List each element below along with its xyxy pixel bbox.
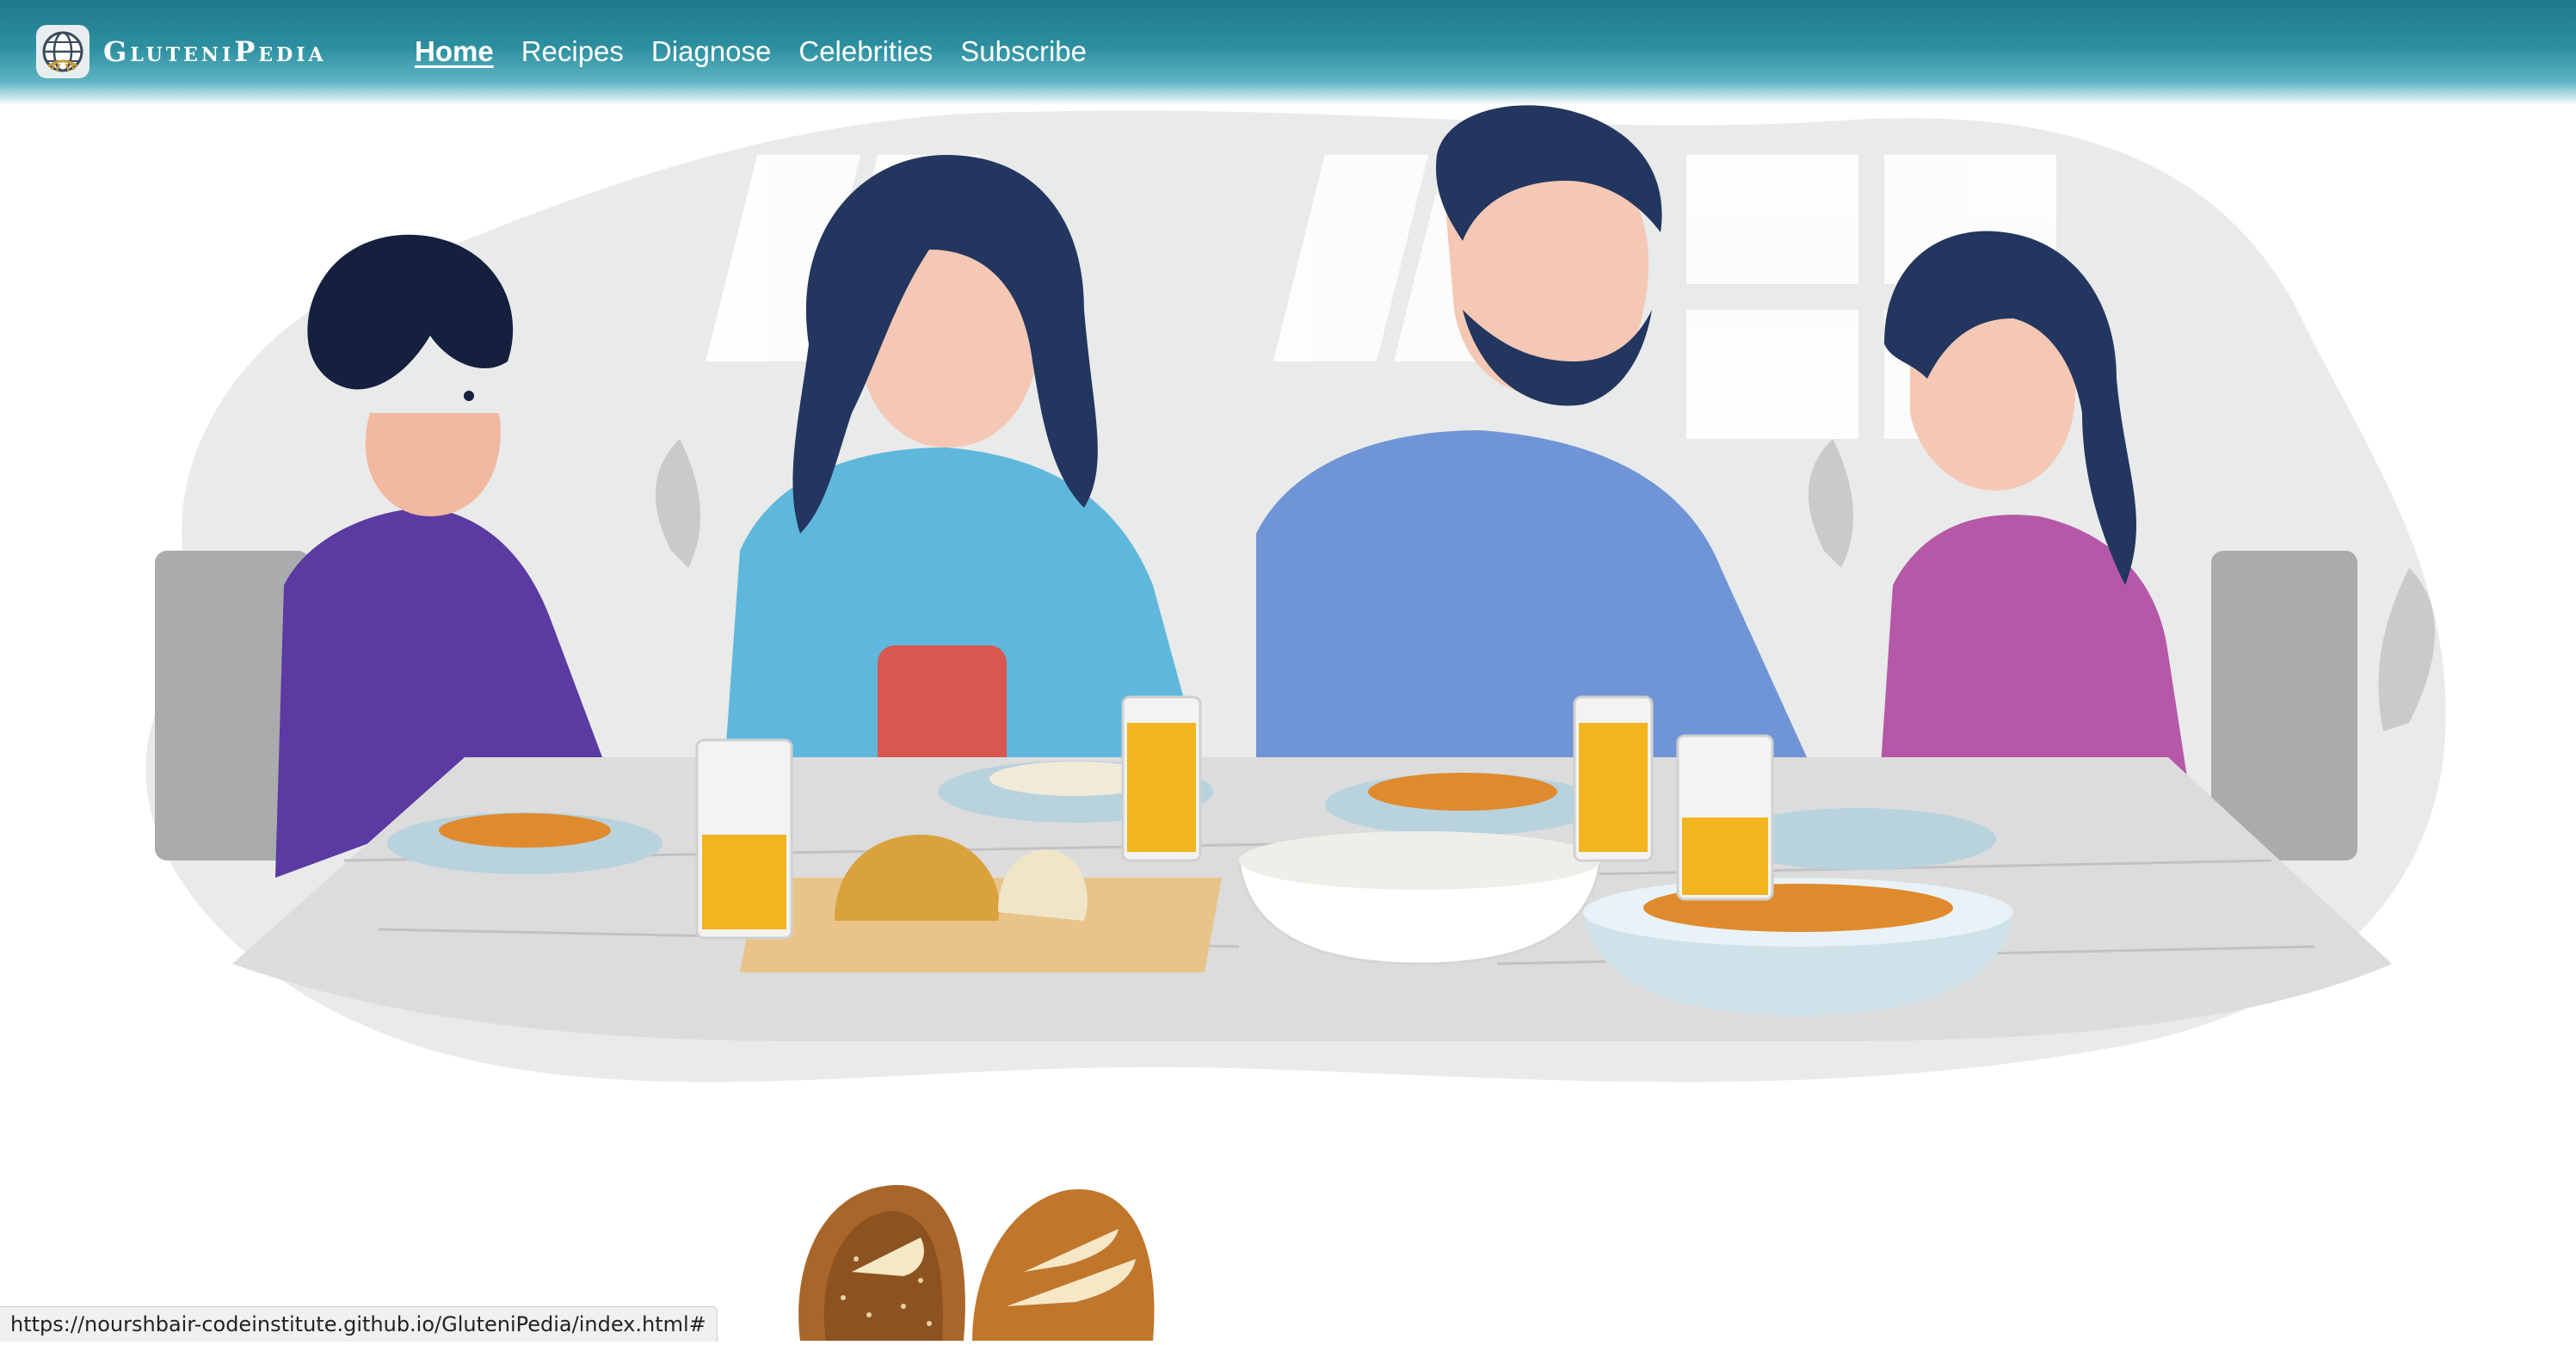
nav-diagnose[interactable]: Diagnose [651,33,771,71]
navbar: GluteniPedia Home Recipes Diagnose Celeb… [0,0,2576,105]
nav-subscribe[interactable]: Subscribe [960,33,1087,71]
main-nav: Home Recipes Diagnose Celebrities Subscr… [415,33,1114,71]
bread-loaves-illustration [792,1177,1170,1341]
status-bar-url: https://nourshbair-codeinstitute.github.… [0,1306,718,1342]
nav-home[interactable]: Home [415,33,494,71]
brand-name[interactable]: GluteniPedia [103,35,327,68]
brand[interactable]: GluteniPedia [36,25,327,78]
family-dinner-illustration [120,103,2461,1119]
globe-logo-icon[interactable] [36,25,89,78]
nav-celebrities[interactable]: Celebrities [798,33,933,71]
nav-recipes[interactable]: Recipes [521,33,624,71]
